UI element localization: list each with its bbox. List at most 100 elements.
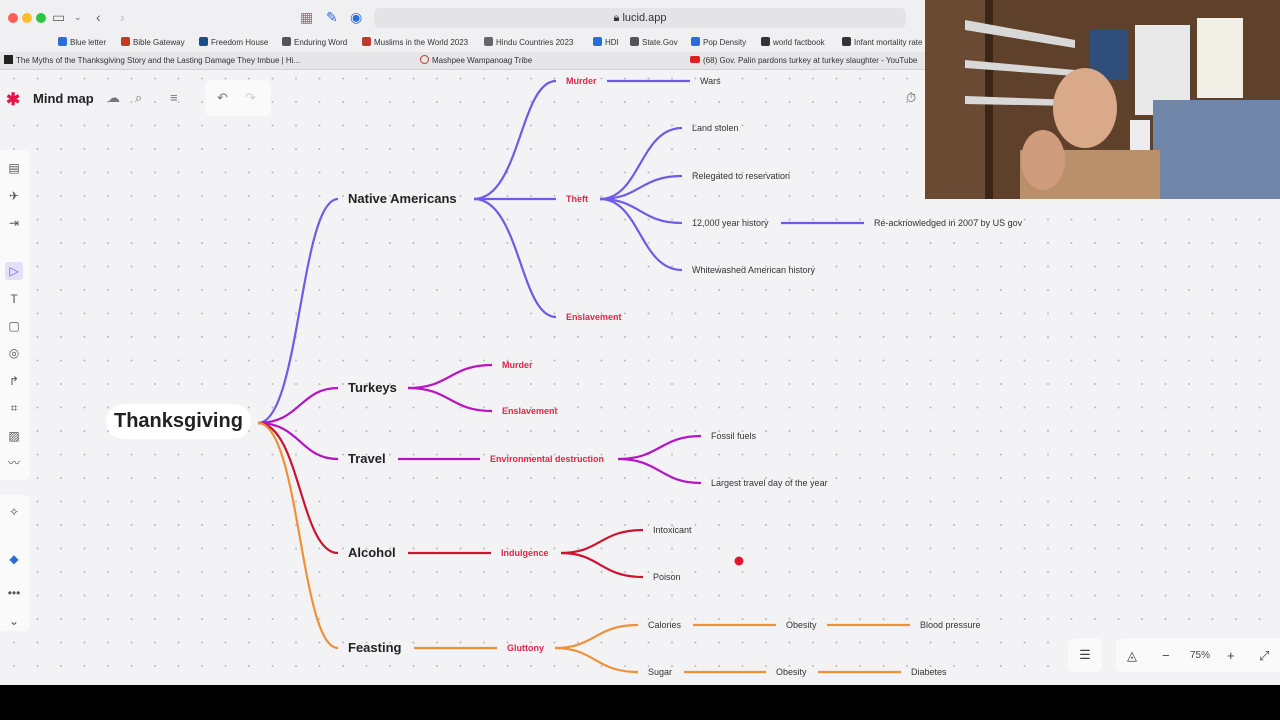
fullscreen-icon[interactable]: ⤢ — [1259, 648, 1269, 664]
select-tool-icon[interactable]: ▷ — [5, 262, 23, 280]
bookmark-world-factbook[interactable]: world factbook — [761, 37, 825, 47]
bookmark-infant-mortality[interactable]: Infant mortality rate — [842, 37, 922, 47]
table-icon[interactable]: ▤ — [5, 159, 23, 177]
tool-rail-secondary: ✧ ◆ ••• ⌄ — [0, 495, 30, 631]
node-travel[interactable]: Travel — [348, 451, 386, 466]
node-diabetes[interactable]: Diabetes — [911, 667, 947, 677]
more-icon[interactable]: ••• — [5, 584, 23, 602]
import-icon[interactable]: ⇥ — [5, 214, 23, 232]
integration-icon[interactable]: ◆ — [5, 550, 23, 568]
node-land-stolen[interactable]: Land stolen — [692, 123, 739, 133]
zoom-level[interactable]: 75% — [1190, 650, 1210, 661]
bookmark-icon — [630, 37, 639, 46]
zoom-out-button[interactable]: − — [1162, 648, 1170, 663]
redo-icon[interactable]: ↷ — [245, 90, 256, 106]
apps-grid-icon[interactable]: ▦ — [300, 9, 313, 26]
bookmark-icon — [593, 37, 602, 46]
rocket-icon[interactable]: ✈︎ — [5, 187, 23, 205]
bookmark-hindu[interactable]: Hindu Countries 2023 — [484, 37, 573, 47]
bookmark-muslims[interactable]: Muslims in the World 2023 — [362, 37, 468, 47]
node-obesity-1[interactable]: Obesity — [786, 620, 817, 630]
chevron-down-icon[interactable]: ⌄ — [74, 12, 82, 23]
bookmark-bible-gateway[interactable]: Bible Gateway — [121, 37, 185, 47]
node-whitewashed[interactable]: Whitewashed American history — [692, 265, 815, 275]
bookmark-enduring-word[interactable]: Enduring Word — [282, 37, 347, 47]
node-obesity-2[interactable]: Obesity — [776, 667, 807, 677]
node-history[interactable]: 12,000 year history — [692, 218, 769, 228]
webcam-overlay — [925, 0, 1280, 199]
tab-youtube-palin[interactable]: (68) Gov. Palin pardons turkey at turkey… — [690, 52, 926, 70]
node-theft[interactable]: Theft — [566, 194, 588, 204]
node-turkeys[interactable]: Turkeys — [348, 380, 397, 395]
cloud-sync-icon[interactable]: ☁︎ — [107, 90, 120, 106]
undo-icon[interactable]: ↶ — [217, 90, 228, 106]
node-intoxicant[interactable]: Intoxicant — [653, 525, 692, 535]
node-native-murder[interactable]: Murder — [566, 76, 597, 86]
image-icon[interactable]: ▨ — [5, 427, 23, 445]
zoom-window-button[interactable] — [36, 13, 46, 23]
tab-thanksgiving-myths[interactable]: The Myths of the Thanksgiving Story and … — [4, 52, 310, 70]
node-indulgence[interactable]: Indulgence — [501, 548, 549, 558]
connector-icon[interactable]: ↱ — [5, 372, 23, 390]
address-bar[interactable]: 🔒︎ lucid.app — [374, 8, 906, 28]
node-gluttony[interactable]: Gluttony — [507, 643, 544, 653]
node-root[interactable]: Thanksgiving — [106, 404, 251, 439]
lucid-app-window: Thanksgiving Native Americans Murder War… — [0, 0, 1280, 685]
timer-icon[interactable]: ⏱︎ — [906, 90, 916, 106]
bookmark-freedom-house[interactable]: Freedom House — [199, 37, 268, 47]
document-title[interactable]: Mind map — [33, 91, 94, 106]
forward-icon[interactable]: › — [120, 9, 125, 25]
node-blood-pressure[interactable]: Blood pressure — [920, 620, 981, 630]
bookmark-blue-letter[interactable]: Blue letter — [58, 37, 106, 47]
chevron-down-icon[interactable]: ⌄ — [5, 612, 23, 630]
url-text: lucid.app — [622, 12, 667, 24]
tab-favicon-icon — [420, 55, 429, 64]
ai-sparkle-icon[interactable]: ✧ — [5, 503, 23, 521]
sticky-note-icon[interactable]: ▢ — [5, 317, 23, 335]
node-sugar[interactable]: Sugar — [648, 667, 672, 677]
node-wars[interactable]: Wars — [700, 76, 721, 86]
outline-list-icon[interactable]: ☰ — [1068, 638, 1102, 672]
search-icon[interactable]: ⌕ — [135, 90, 142, 106]
bookmark-icon — [121, 37, 130, 46]
navigator-icon[interactable]: ◬ — [1127, 648, 1137, 664]
frame-icon[interactable]: ⌗ — [5, 399, 23, 417]
bookmark-state-gov[interactable]: State.Gov — [630, 37, 678, 47]
bookmark-icon — [282, 37, 291, 46]
zoom-controls: ◬ − 75% + ⤢ — [1116, 638, 1280, 672]
node-turkeys-murder[interactable]: Murder — [502, 360, 533, 370]
bookmark-icon — [691, 37, 700, 46]
node-feasting[interactable]: Feasting — [348, 640, 401, 655]
node-native-enslavement[interactable]: Enslavement — [566, 312, 622, 322]
node-fossil-fuels[interactable]: Fossil fuels — [711, 431, 756, 441]
node-reacknowledged[interactable]: Re-acknowledged in 2007 by US gov — [874, 218, 1022, 228]
bookmark-hdi[interactable]: HDI — [593, 37, 619, 47]
node-turkeys-enslavement[interactable]: Enslavement — [502, 406, 558, 416]
node-alcohol[interactable]: Alcohol — [348, 545, 396, 560]
text-tool-icon[interactable]: T — [5, 290, 23, 308]
bookmark-icon — [761, 37, 770, 46]
close-window-button[interactable] — [8, 13, 18, 23]
bookmark-icon — [842, 37, 851, 46]
sidebar-toggle-icon[interactable]: ▭ — [52, 9, 65, 26]
zoom-in-button[interactable]: + — [1227, 648, 1235, 663]
node-native-americans[interactable]: Native Americans — [348, 191, 457, 206]
shapes-icon[interactable]: ◎ — [5, 344, 23, 362]
minimize-window-button[interactable] — [22, 13, 32, 23]
node-poison[interactable]: Poison — [653, 572, 681, 582]
pen-extension-icon[interactable]: ✎ — [326, 9, 338, 26]
draw-icon[interactable]: 〰 — [5, 454, 23, 472]
tab-mashpee[interactable]: Mashpee Wampanoag Tribe — [420, 52, 640, 70]
node-env-destruction[interactable]: Environmental destruction — [490, 454, 604, 464]
youtube-icon — [690, 56, 700, 63]
menu-icon[interactable]: ≡ — [170, 90, 178, 105]
node-largest-travel[interactable]: Largest travel day of the year — [711, 478, 828, 488]
bookmark-icon — [58, 37, 67, 46]
node-calories[interactable]: Calories — [648, 620, 681, 630]
password-extension-icon[interactable]: ◉ — [350, 9, 362, 26]
bookmark-pop-density[interactable]: Pop Density — [691, 37, 746, 47]
lucid-logo-icon[interactable]: ✱ — [6, 90, 20, 110]
node-reservation[interactable]: Relegated to reservation — [692, 171, 790, 181]
back-icon[interactable]: ‹ — [96, 9, 101, 25]
laser-pointer-dot — [734, 556, 744, 566]
